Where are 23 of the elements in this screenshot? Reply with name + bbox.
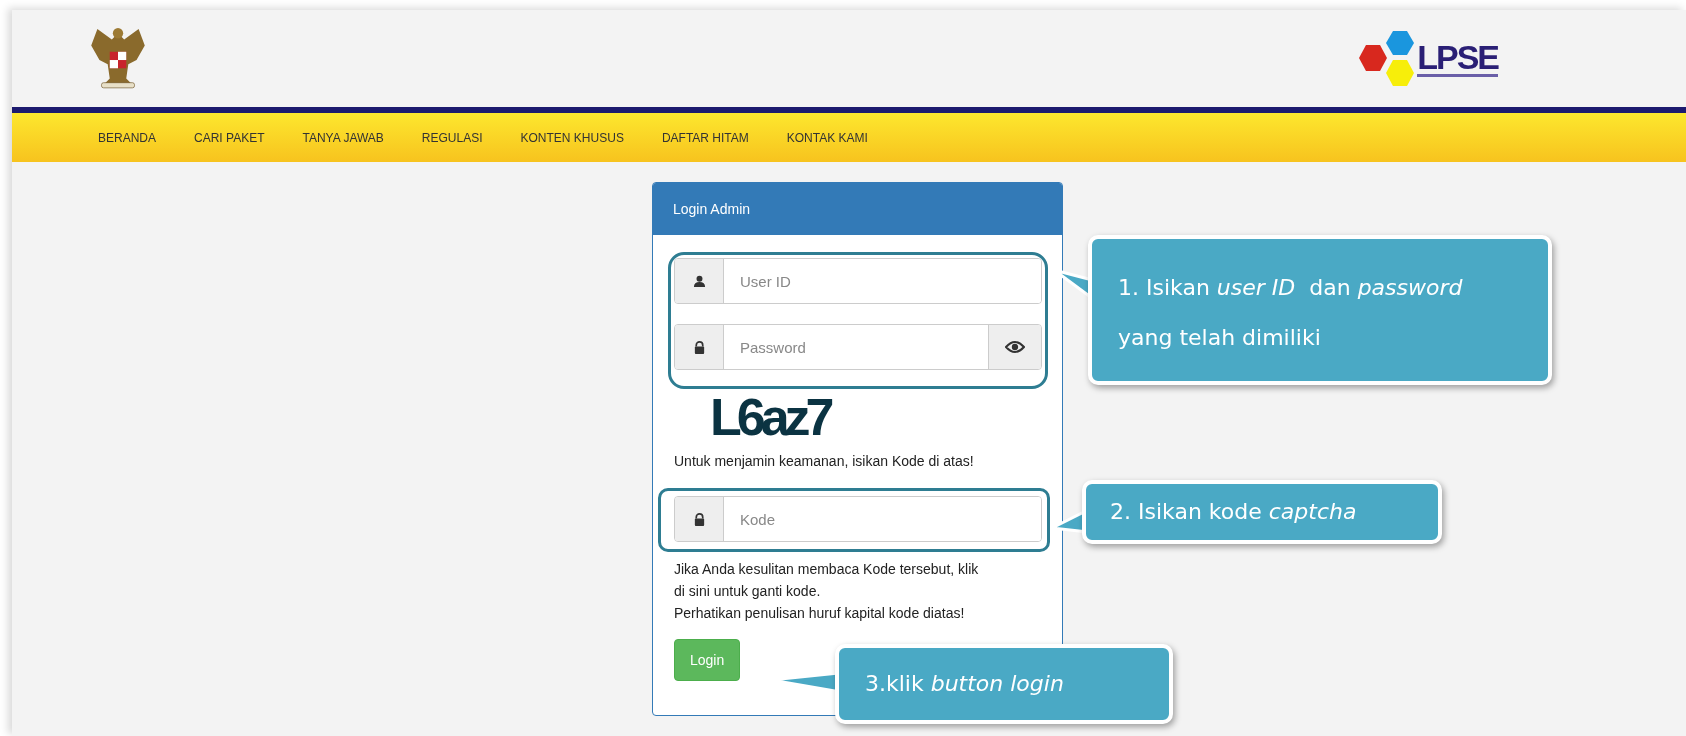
input-field[interactable]: Password: [674, 324, 1042, 370]
logo-text: LPSE: [1417, 40, 1498, 77]
help-text: Perhatikan penulisan huruf kapital kode diatas!: [674, 604, 966, 623]
callout: 2. Isikan kode captcha: [1082, 480, 1442, 544]
callout: 1. Isikan user ID dan password yang telah dimiliki: [1088, 235, 1552, 385]
nav-link[interactable]: TANYA JAWAB: [302, 130, 384, 145]
help-text: Jika Anda kesulitan membaca Kode tersebut, klik di sini untuk ganti kode.: [674, 560, 980, 601]
captcha-image: L6az7: [710, 387, 832, 448]
nav-link[interactable]: REGULASI: [421, 130, 483, 145]
eye-icon: [1005, 340, 1025, 354]
nav-link[interactable]: KONTEN KHUSUS: [520, 130, 624, 145]
lock-icon: [692, 512, 706, 526]
user-icon: [692, 274, 706, 288]
nav-link[interactable]: KONTAK KAMI: [786, 130, 868, 145]
panel-title: Login Admin: [673, 201, 751, 217]
nav-link[interactable]: CARI PAKET: [194, 130, 265, 145]
input-field[interactable]: Kode: [674, 496, 1042, 542]
input-field[interactable]: User ID: [674, 258, 1042, 304]
nav-link[interactable]: BERANDA: [98, 130, 156, 145]
nav-link[interactable]: DAFTAR HITAM: [661, 130, 749, 145]
lock-icon: [692, 340, 706, 354]
reveal-button[interactable]: [988, 325, 1041, 369]
captcha-hint: Untuk menjamin keamanan, isikan Kode di atas!: [674, 452, 975, 471]
